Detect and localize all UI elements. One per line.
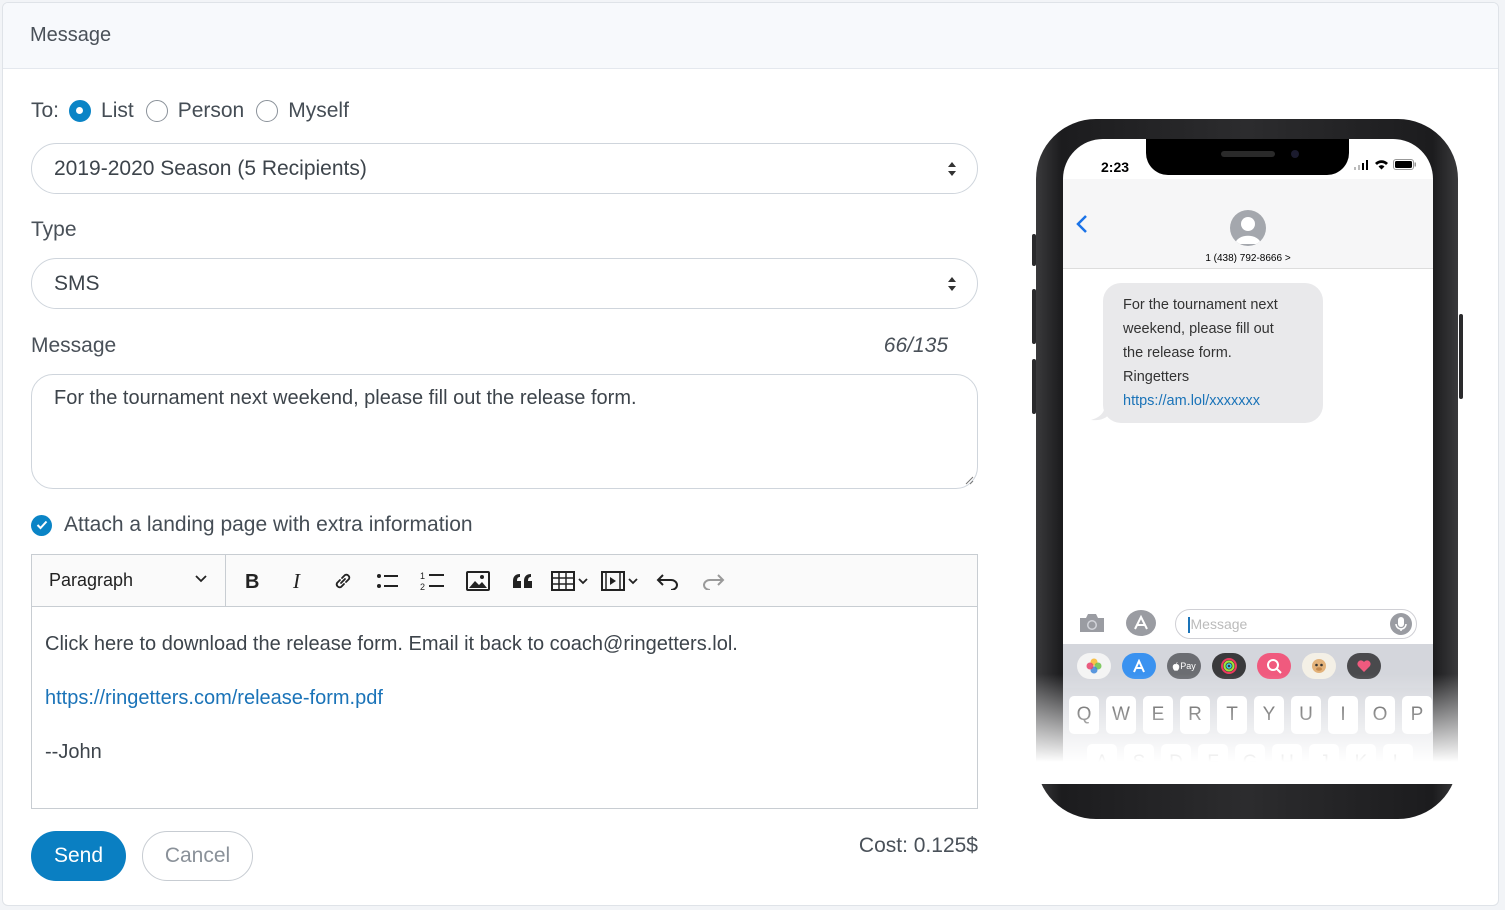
editor-signature: --John xyxy=(45,741,102,763)
cancel-button[interactable]: Cancel xyxy=(142,831,253,881)
message-bubble: For the tournament next weekend, please … xyxy=(1103,283,1323,423)
bubble-line: Ringetters xyxy=(1123,369,1190,385)
radio-myself-indicator[interactable] xyxy=(256,100,279,122)
camera-icon[interactable] xyxy=(1077,611,1107,635)
recipient-type-group: To: List Person Myself xyxy=(31,99,361,123)
numbered-list-icon: 12 xyxy=(420,571,444,592)
phone-fade-overlay xyxy=(1031,674,1461,784)
bubble-line: For the tournament next xyxy=(1123,297,1278,313)
wifi-icon xyxy=(1375,160,1388,170)
back-chevron-icon[interactable] xyxy=(1076,214,1088,234)
attach-label: Attach a landing page with extra informa… xyxy=(64,513,473,536)
bubble-tail xyxy=(1091,404,1111,421)
svg-text:I: I xyxy=(292,571,301,591)
radio-person-label: Person xyxy=(177,99,245,122)
message-label: Message xyxy=(31,334,117,357)
contact-avatar[interactable] xyxy=(1230,210,1266,246)
redo-button[interactable] xyxy=(690,563,735,599)
radio-myself[interactable]: Myself xyxy=(256,99,349,123)
quote-icon xyxy=(512,573,532,588)
phone-side-button xyxy=(1459,314,1463,399)
checkbox-checked-icon[interactable] xyxy=(31,514,52,536)
resize-grip-icon[interactable] xyxy=(964,475,974,485)
bubble-line: weekend, please fill out xyxy=(1123,321,1274,337)
type-label: Type xyxy=(31,218,77,241)
status-icons xyxy=(1354,159,1417,170)
signal-icon xyxy=(1354,159,1368,170)
bubble-short-link[interactable]: https://am.lol/xxxxxxx xyxy=(1123,389,1303,413)
bold-icon: B xyxy=(245,571,259,591)
insert-table-button[interactable] xyxy=(545,563,595,599)
character-counter: 66/135 xyxy=(883,334,948,357)
svg-text:1: 1 xyxy=(420,571,425,581)
radio-list[interactable]: List xyxy=(69,99,134,123)
select-arrows-icon xyxy=(948,162,956,176)
rich-text-editor: Paragraph B I 12 Click here to download … xyxy=(31,554,978,809)
type-select[interactable]: SMS xyxy=(31,258,978,309)
imessage-placeholder: Message xyxy=(1190,616,1248,632)
link-icon xyxy=(335,573,350,588)
link-button[interactable] xyxy=(320,563,365,599)
insert-media-button[interactable] xyxy=(595,563,645,599)
recipients-select-value: 2019-2020 Season (5 Recipients) xyxy=(54,156,367,180)
italic-icon: I xyxy=(292,571,301,591)
insert-image-button[interactable] xyxy=(455,563,500,599)
release-form-link[interactable]: https://ringetters.com/release-form.pdf xyxy=(45,687,383,709)
bold-button[interactable]: B xyxy=(230,563,275,599)
recipients-select[interactable]: 2019-2020 Season (5 Recipients) xyxy=(31,143,978,194)
bulleted-list-button[interactable] xyxy=(365,563,410,599)
contact-number[interactable]: 1 (438) 792-8666 > xyxy=(1063,253,1433,264)
undo-icon xyxy=(656,573,678,590)
blockquote-button[interactable] xyxy=(500,563,545,599)
block-format-value: Paragraph xyxy=(49,570,134,590)
image-icon xyxy=(465,570,490,591)
type-select-value: SMS xyxy=(54,271,100,295)
bubble-line: the release form. xyxy=(1123,345,1232,361)
redo-icon xyxy=(702,573,724,590)
card-header: Message xyxy=(3,3,1498,69)
radio-person[interactable]: Person xyxy=(145,99,245,123)
battery-icon xyxy=(1393,159,1416,170)
radio-myself-label: Myself xyxy=(288,99,349,122)
svg-text:2: 2 xyxy=(420,582,425,592)
message-text: For the tournament next weekend, please … xyxy=(54,387,637,409)
microphone-icon[interactable] xyxy=(1390,613,1412,635)
media-icon xyxy=(601,570,638,591)
send-button[interactable]: Send xyxy=(31,831,126,881)
imessage-header: 1 (438) 792-8666 > xyxy=(1063,179,1433,269)
select-arrows-icon xyxy=(948,277,956,291)
table-icon xyxy=(551,570,588,591)
apple-logo-icon xyxy=(1172,661,1180,671)
svg-text:B: B xyxy=(245,571,259,591)
radio-list-indicator[interactable] xyxy=(69,100,92,122)
message-card: Message To: List Person Myself 2019-2020… xyxy=(2,2,1499,906)
imessage-input-bar: Message xyxy=(1063,609,1433,649)
phone-preview: 1 (438) 792-8666 > 2:23 For the tourname… xyxy=(1031,119,1463,819)
card-title: Message xyxy=(30,24,112,46)
phone-notch xyxy=(1146,139,1349,175)
radio-person-indicator[interactable] xyxy=(145,100,168,122)
cost-label: Cost: 0.125$ xyxy=(858,834,978,857)
attach-landing-checkbox[interactable]: Attach a landing page with extra informa… xyxy=(31,513,473,537)
status-time: 2:23 xyxy=(1101,159,1130,175)
apple-pay-label: Pay xyxy=(1180,661,1196,671)
editor-toolbar: Paragraph B I 12 xyxy=(32,555,977,607)
bulleted-list-icon xyxy=(376,573,398,588)
chevron-down-icon xyxy=(195,575,207,583)
message-textarea[interactable]: For the tournament next weekend, please … xyxy=(31,374,978,489)
editor-paragraph: Click here to download the release form.… xyxy=(45,633,738,655)
app-store-icon[interactable] xyxy=(1125,609,1157,637)
block-format-dropdown[interactable]: Paragraph xyxy=(32,555,226,606)
imessage-text-input[interactable]: Message xyxy=(1175,609,1417,639)
italic-button[interactable]: I xyxy=(275,563,320,599)
radio-list-label: List xyxy=(101,99,134,122)
undo-button[interactable] xyxy=(645,563,690,599)
to-label: To: xyxy=(31,99,60,122)
editor-content[interactable]: Click here to download the release form.… xyxy=(32,607,977,817)
numbered-list-button[interactable]: 12 xyxy=(410,563,455,599)
